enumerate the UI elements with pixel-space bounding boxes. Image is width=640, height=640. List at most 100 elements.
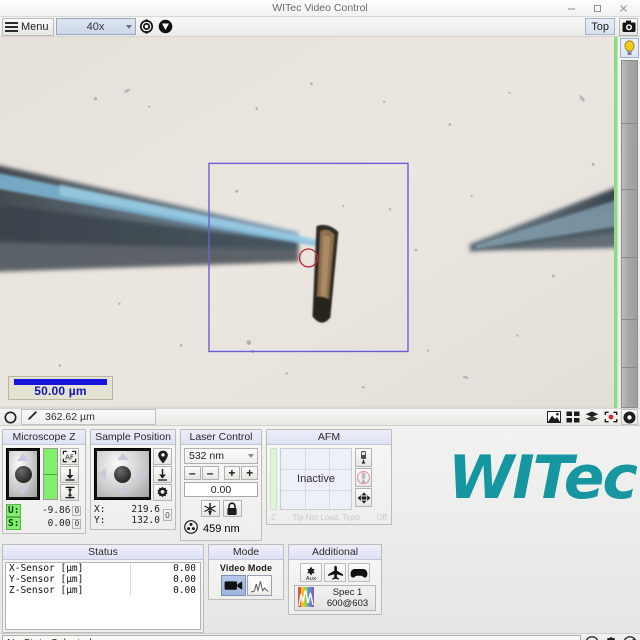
scale-bar: 50.00 µm: [8, 376, 113, 400]
sample-position-joystick[interactable]: [94, 448, 151, 500]
panel-additional: Additional Aux Spec 1 600@603: [288, 544, 382, 615]
approach-down-icon[interactable]: [60, 466, 79, 483]
measurement-field[interactable]: 362.62 µm: [21, 409, 156, 425]
afm-footer-center: Tip Not Load. Topo: [292, 513, 360, 522]
additional-body: Aux Spec 1 600@603: [289, 560, 381, 614]
mode-label: Video Mode: [219, 563, 273, 573]
circle-marker-icon[interactable]: [2, 409, 19, 425]
afm-footer-left: Z: [271, 513, 276, 522]
panel-microscope-z: Microscope Z AF U: -9.86 0 S: 0.00 0: [2, 429, 86, 534]
z-readout-value: 0.00: [47, 518, 71, 529]
panel-laser-control: Laser Control 532 nm – – + + 0.00 459 nm: [180, 429, 262, 541]
z-readout-unit-button[interactable]: 0: [72, 505, 82, 516]
z-readout-unit-button[interactable]: 0: [72, 518, 82, 529]
video-toggle-icon[interactable]: [157, 18, 174, 35]
grid-icon[interactable]: [564, 409, 581, 425]
chevron-down-icon: [125, 24, 132, 29]
mode-body: Video Mode: [209, 560, 283, 599]
xy-knob[interactable]: [114, 465, 131, 483]
layers-icon[interactable]: [583, 409, 600, 425]
video-camera-icon[interactable]: [220, 575, 246, 596]
aux-icon[interactable]: Aux: [300, 563, 322, 582]
afm-tip-retract-icon[interactable]: [355, 468, 372, 487]
laser-decrease-coarse-button[interactable]: –: [184, 466, 201, 480]
microscope-z-readouts: U: -9.86 0 S: 0.00 0: [6, 504, 82, 530]
microscope-z-joystick[interactable]: [6, 448, 40, 500]
minimize-icon[interactable]: [558, 0, 584, 16]
mode-title: Mode: [209, 545, 283, 560]
top-view-button[interactable]: Top: [585, 18, 615, 35]
menu-button[interactable]: Menu: [2, 17, 54, 36]
laser-beam-icon[interactable]: [200, 500, 220, 517]
microscope-z-title: Microscope Z: [3, 430, 85, 445]
camera-settings-icon[interactable]: [619, 17, 638, 36]
afm-footer: Z Tip Not Load. Topo Off: [267, 513, 391, 524]
xy-left-arrow-icon[interactable]: [98, 468, 106, 480]
maximize-icon[interactable]: [584, 0, 610, 16]
magnification-select[interactable]: 40x: [55, 18, 136, 35]
z-down-arrow-icon[interactable]: [17, 487, 29, 495]
plane-icon[interactable]: [324, 563, 346, 582]
xy-down-arrow-icon[interactable]: [116, 488, 129, 495]
gear-icon[interactable]: [153, 484, 172, 501]
laser-secondary-wavelength: 459 nm: [203, 522, 240, 535]
afm-title: AFM: [267, 430, 391, 445]
xy-right-arrow-icon[interactable]: [139, 468, 147, 480]
autofocus-button[interactable]: AF: [60, 448, 79, 465]
no-entry-icon[interactable]: [621, 635, 638, 640]
additional-buttons: Aux: [300, 563, 370, 582]
spectrum-color-icon: [298, 586, 316, 610]
bottom-status-bar: No State Selected: [0, 633, 640, 640]
laser-source-icon[interactable]: [184, 520, 198, 537]
target-icon[interactable]: [602, 409, 619, 425]
xy-up-arrow-icon[interactable]: [116, 453, 129, 460]
witec-video-control-window: WITec Video Control Menu 40x Top 50.00 µ…: [0, 0, 640, 640]
zero-position-button[interactable]: 0: [163, 509, 172, 521]
laser-increase-coarse-button[interactable]: +: [241, 466, 258, 480]
microscope-video-feed[interactable]: 50.00 µm: [0, 37, 617, 408]
laser-increase-fine-button[interactable]: +: [223, 466, 241, 480]
move-to-icon[interactable]: [153, 466, 172, 483]
magnification-value: 40x: [86, 20, 105, 33]
coord-value: 219.6: [131, 504, 160, 515]
laser-power-value[interactable]: 0.00: [184, 482, 258, 497]
objective-icon[interactable]: [138, 18, 155, 35]
z-position-gauge: [43, 448, 58, 500]
measure-pen-icon: [26, 409, 39, 425]
spectrometer-button[interactable]: Spec 1 600@603: [294, 585, 376, 611]
video-area: 50.00 µm: [0, 37, 640, 408]
afm-state-display[interactable]: Inactive: [280, 448, 352, 510]
svg-text:Aux: Aux: [306, 576, 317, 581]
state-select[interactable]: No State Selected: [2, 635, 581, 640]
laser-wavelength-select[interactable]: 532 nm: [184, 448, 258, 464]
close-icon[interactable]: [610, 0, 636, 16]
gear-icon[interactable]: [602, 635, 619, 640]
lock-icon[interactable]: [222, 500, 242, 517]
distance-value: 362.62 µm: [45, 411, 95, 423]
status-label: Y-Sensor [µm]: [9, 574, 84, 585]
afm-tip-icon[interactable]: [355, 448, 372, 467]
map-pin-icon[interactable]: [153, 448, 172, 465]
status-label: Z-Sensor [µm]: [9, 585, 84, 596]
chevron-down-icon: [248, 454, 254, 458]
z-up-arrow-icon[interactable]: [17, 453, 29, 461]
panel-status: Status X-Sensor [µm] 0.00 Y-Sensor [µm] …: [2, 544, 204, 633]
witec-logo: WITec: [448, 443, 638, 513]
image-icon[interactable]: [545, 409, 562, 425]
play-icon[interactable]: [583, 635, 600, 640]
spectrum-icon[interactable]: [246, 575, 272, 596]
illumination-brightness-slider[interactable]: [620, 60, 638, 408]
afm-move-icon[interactable]: [355, 488, 372, 507]
laser-control-body: 532 nm – – + + 0.00 459 nm: [181, 445, 261, 540]
laser-wavelength-value: 532 nm: [189, 450, 225, 462]
control-panels: WITec Microscope Z AF U: -9.86 0 S: 0.00…: [0, 426, 640, 633]
z-range-icon[interactable]: [60, 484, 79, 501]
illumination-bulb-icon[interactable]: [619, 38, 639, 58]
z-knob[interactable]: [14, 465, 32, 483]
laser-decrease-fine-button[interactable]: –: [201, 466, 219, 480]
gamepad-icon[interactable]: [348, 563, 370, 582]
additional-title: Additional: [289, 545, 381, 560]
settings-icon[interactable]: [621, 409, 638, 425]
panel-mode: Mode Video Mode: [208, 544, 284, 600]
status-table: X-Sensor [µm] 0.00 Y-Sensor [µm] 0.00 Z-…: [5, 562, 201, 630]
